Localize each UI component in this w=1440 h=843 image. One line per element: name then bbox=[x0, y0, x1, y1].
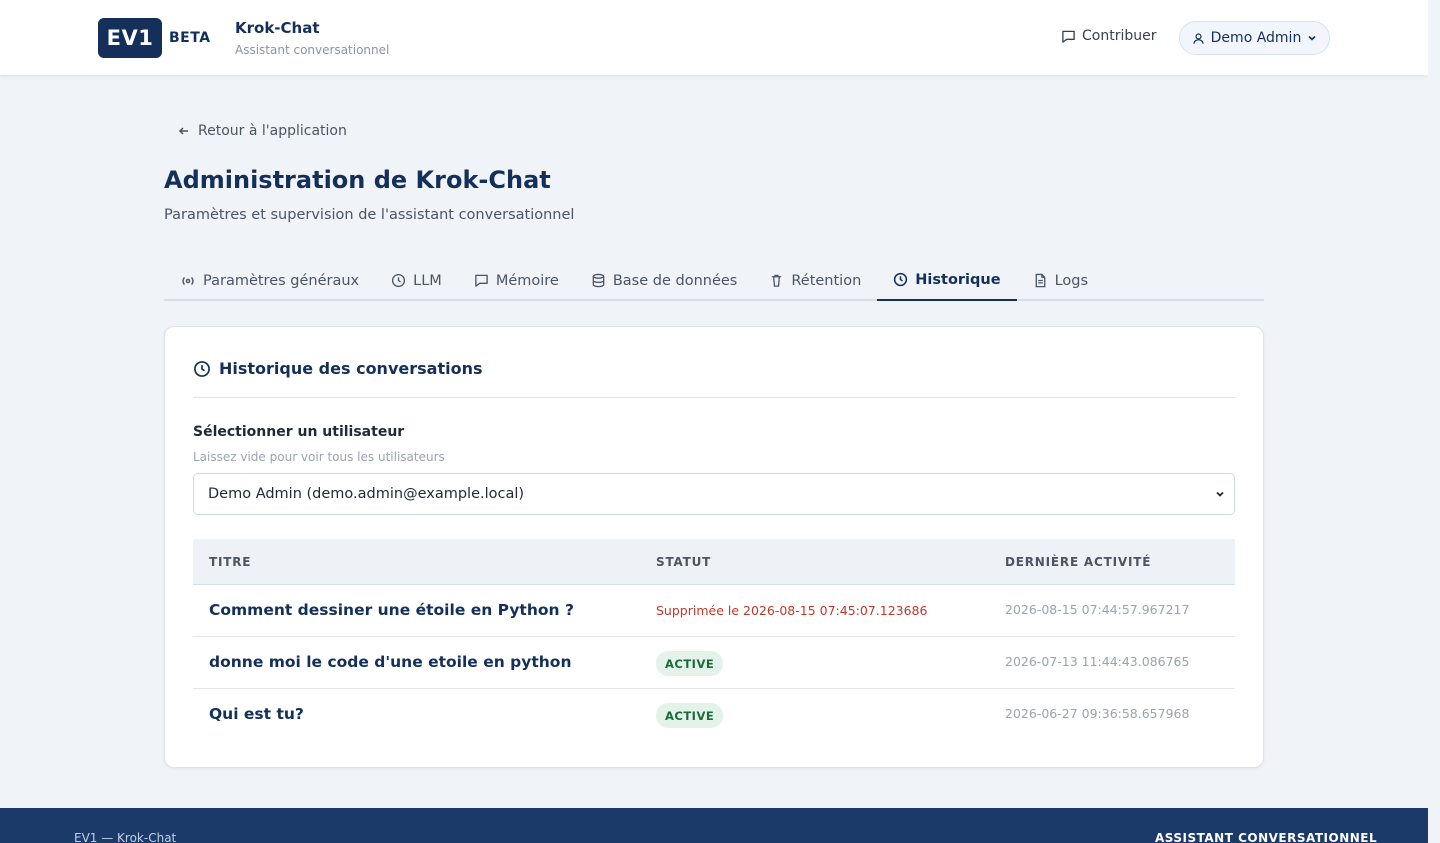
database-icon bbox=[591, 273, 606, 288]
user-menu-button[interactable]: Demo Admin bbox=[1179, 21, 1330, 55]
app-logo[interactable]: EV1 bbox=[98, 18, 162, 58]
back-to-app-link[interactable]: Retour à l'application bbox=[178, 123, 347, 139]
back-label: Retour à l'application bbox=[198, 123, 347, 139]
document-icon bbox=[1033, 273, 1048, 288]
status-badge: ACTIVE bbox=[656, 703, 724, 728]
tab-label: Rétention bbox=[791, 272, 862, 289]
conversation-title[interactable]: Qui est tu? bbox=[209, 705, 304, 723]
user-name: Demo Admin bbox=[1210, 30, 1302, 46]
column-header-title[interactable]: TITRE bbox=[209, 555, 251, 569]
tab-base-de-donnees[interactable]: Base de données bbox=[575, 260, 754, 301]
conversation-title[interactable]: donne moi le code d'une etoile en python bbox=[209, 653, 572, 671]
last-activity: 2026-07-13 11:44:43.086765 bbox=[1005, 654, 1190, 669]
chevron-down-icon bbox=[1214, 488, 1226, 500]
chevron-down-icon bbox=[1307, 33, 1317, 43]
top-header: EV1 BETA Krok-Chat Assistant conversatio… bbox=[0, 0, 1428, 76]
trash-icon bbox=[769, 273, 784, 288]
column-header-status[interactable]: STATUT bbox=[656, 555, 711, 569]
user-select-label: Sélectionner un utilisateur bbox=[193, 424, 405, 440]
page-title: Administration de Krok-Chat bbox=[164, 166, 551, 194]
tab-historique[interactable]: Historique bbox=[877, 260, 1017, 301]
logo-text: EV1 bbox=[106, 26, 154, 50]
contribute-label: Contribuer bbox=[1082, 28, 1157, 44]
clock-icon bbox=[193, 360, 211, 378]
scrollbar-track[interactable] bbox=[1428, 0, 1440, 843]
app-title: Krok-Chat bbox=[235, 19, 320, 37]
table-header: TITRE STATUT DERNIÈRE ACTIVITÉ bbox=[193, 539, 1235, 585]
user-select[interactable]: Demo Admin (demo.admin@example.local) bbox=[193, 473, 1235, 515]
column-header-last-activity[interactable]: DERNIÈRE ACTIVITÉ bbox=[1005, 555, 1151, 569]
status-badge: ACTIVE bbox=[656, 651, 724, 676]
user-select-hint: Laissez vide pour voir tous les utilisat… bbox=[193, 450, 445, 464]
clock-icon bbox=[391, 273, 406, 288]
arrow-left-icon bbox=[178, 125, 190, 137]
user-icon bbox=[1192, 32, 1205, 45]
history-card: Historique des conversations Sélectionne… bbox=[164, 326, 1264, 768]
tab-logs[interactable]: Logs bbox=[1017, 260, 1104, 301]
admin-tabs: Paramètres généraux LLM Mémoire Base de … bbox=[164, 260, 1264, 301]
tab-label: Mémoire bbox=[495, 272, 559, 289]
card-title: Historique des conversations bbox=[193, 359, 482, 378]
tab-retention[interactable]: Rétention bbox=[753, 260, 877, 301]
last-activity: 2026-06-27 09:36:58.657968 bbox=[1005, 706, 1190, 721]
conversation-title[interactable]: Comment dessiner une étoile en Python ? bbox=[209, 601, 574, 619]
footer-right-text: ASSISTANT CONVERSATIONNEL bbox=[1155, 831, 1378, 843]
user-select-value: Demo Admin (demo.admin@example.local) bbox=[208, 486, 525, 502]
clock-icon bbox=[893, 272, 908, 287]
tab-label: Base de données bbox=[612, 272, 738, 289]
footer-left-text: EV1 — Krok-Chat bbox=[74, 831, 177, 843]
page-footer: EV1 — Krok-Chat ASSISTANT CONVERSATIONNE… bbox=[0, 808, 1428, 843]
tab-label: Historique bbox=[915, 271, 1001, 288]
table-row[interactable]: Qui est tu? ACTIVE 2026-06-27 09:36:58.6… bbox=[193, 689, 1235, 741]
divider bbox=[193, 397, 1235, 398]
tab-label: Paramètres généraux bbox=[203, 272, 360, 289]
page-subtitle: Paramètres et supervision de l'assistant… bbox=[164, 207, 575, 223]
beta-badge: BETA bbox=[169, 30, 211, 46]
last-activity: 2026-08-15 07:44:57.967217 bbox=[1005, 602, 1190, 617]
tab-llm[interactable]: LLM bbox=[375, 260, 458, 301]
table-row[interactable]: donne moi le code d'une etoile en python… bbox=[193, 637, 1235, 689]
message-icon bbox=[1061, 29, 1076, 44]
app-subtitle: Assistant conversationnel bbox=[235, 43, 390, 57]
tab-label: LLM bbox=[413, 272, 442, 289]
contribute-button[interactable]: Contribuer bbox=[1061, 28, 1156, 44]
tab-memoire[interactable]: Mémoire bbox=[458, 260, 575, 301]
broadcast-icon bbox=[180, 273, 196, 289]
message-icon bbox=[474, 273, 489, 288]
card-title-text: Historique des conversations bbox=[219, 359, 483, 378]
conversations-table: TITRE STATUT DERNIÈRE ACTIVITÉ Comment d… bbox=[193, 539, 1235, 741]
tab-label: Logs bbox=[1054, 272, 1089, 289]
tab-parametres-generaux[interactable]: Paramètres généraux bbox=[164, 260, 375, 301]
status-deleted: Supprimée le 2026-08-15 07:45:07.123686 bbox=[656, 603, 928, 618]
table-row[interactable]: Comment dessiner une étoile en Python ? … bbox=[193, 585, 1235, 637]
